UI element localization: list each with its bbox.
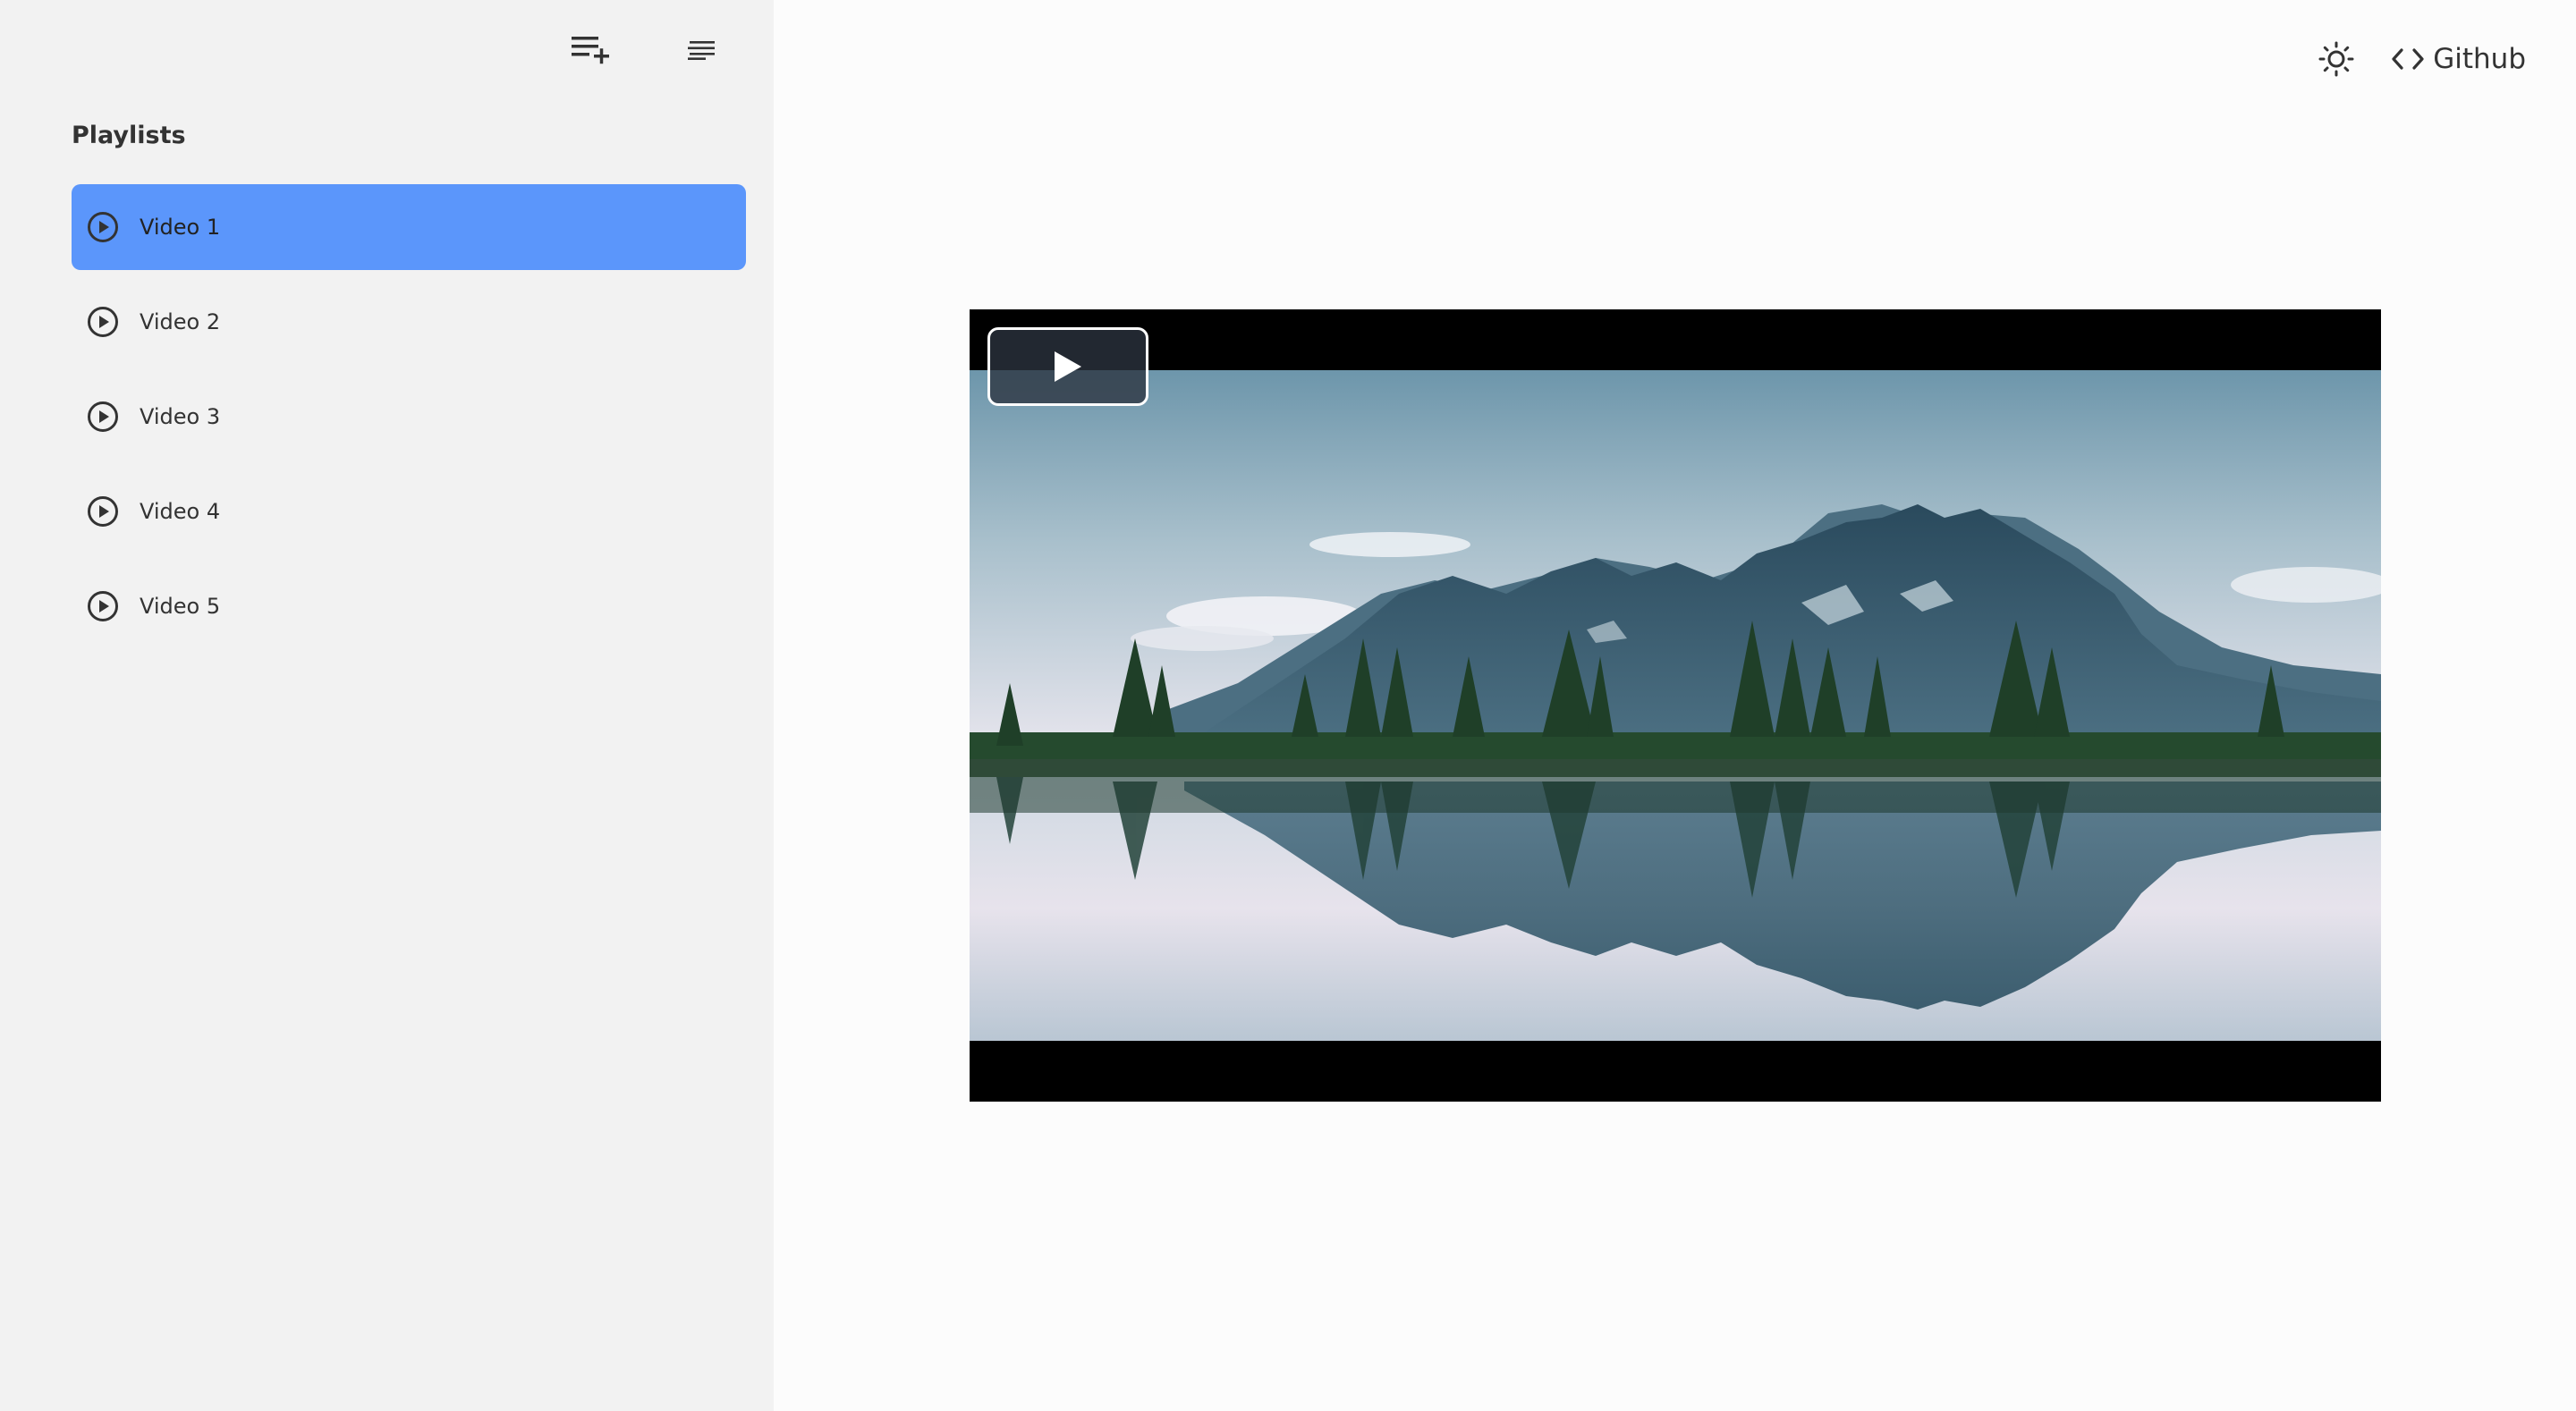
playlist-item-label: Video 1	[140, 215, 221, 240]
theme-toggle-button[interactable]	[2317, 39, 2356, 79]
sort-icon	[688, 41, 715, 60]
app: Playlists Video 1 Video 2 Video 3 Video …	[0, 0, 2576, 1411]
playlist-item-video-1[interactable]: Video 1	[72, 184, 746, 270]
playlist-item-video-4[interactable]: Video 4	[72, 469, 746, 554]
play-circle-icon	[86, 494, 120, 528]
sidebar: Playlists Video 1 Video 2 Video 3 Video …	[0, 0, 774, 1411]
sidebar-tools	[570, 32, 724, 68]
play-circle-icon	[86, 400, 120, 434]
playlist-item-label: Video 3	[140, 404, 221, 429]
github-link[interactable]: Github	[2392, 43, 2526, 75]
header-actions: Github	[2317, 39, 2526, 79]
play-circle-icon	[86, 589, 120, 623]
playlist: Video 1 Video 2 Video 3 Video 4 Video 5	[72, 184, 746, 658]
playlist-add-icon	[572, 37, 609, 64]
landscape-poster-image	[970, 370, 2381, 1041]
playlist-item-video-3[interactable]: Video 3	[72, 374, 746, 460]
play-circle-icon	[86, 210, 120, 244]
play-circle-icon	[86, 305, 120, 339]
sun-icon	[2318, 41, 2354, 77]
play-icon	[1055, 351, 1081, 382]
playlist-item-label: Video 4	[140, 499, 221, 524]
playlist-item-label: Video 5	[140, 594, 221, 619]
playlist-item-video-2[interactable]: Video 2	[72, 279, 746, 365]
github-label: Github	[2433, 43, 2526, 75]
video-poster	[970, 370, 2381, 1041]
play-button[interactable]	[987, 327, 1148, 406]
video-player[interactable]	[970, 309, 2381, 1102]
playlist-item-video-5[interactable]: Video 5	[72, 563, 746, 649]
sort-button[interactable]	[681, 32, 724, 68]
code-icon	[2392, 48, 2424, 70]
add-to-playlist-button[interactable]	[570, 32, 613, 68]
sidebar-title: Playlists	[72, 122, 186, 149]
playlist-item-label: Video 2	[140, 309, 221, 334]
